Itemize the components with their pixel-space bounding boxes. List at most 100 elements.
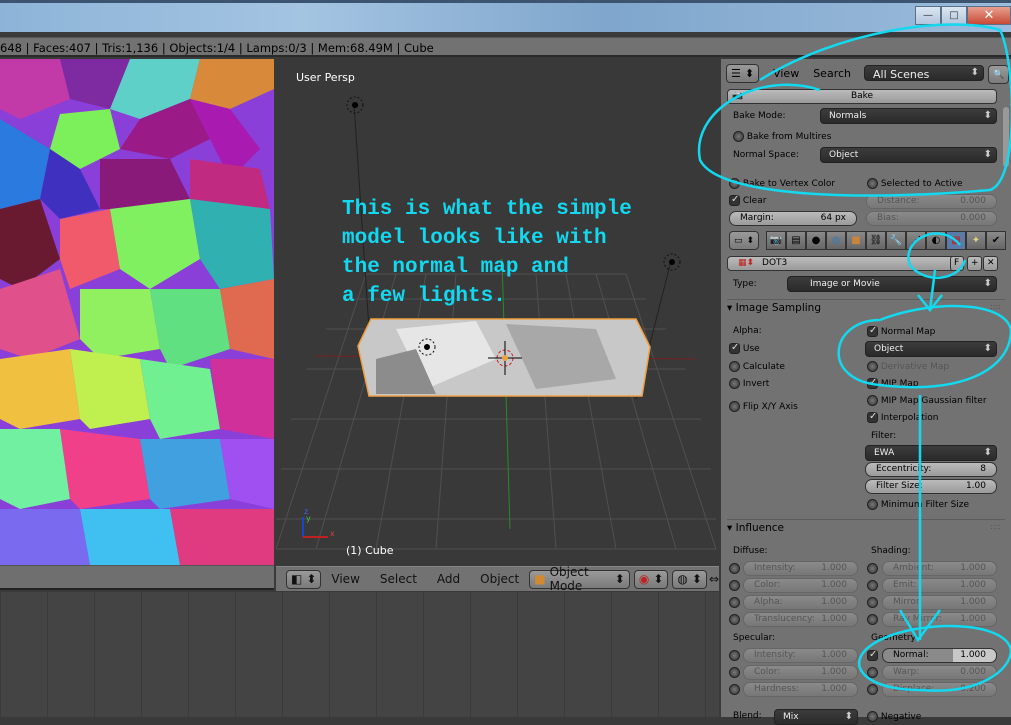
bake-from-multires-checkbox[interactable]: Bake from Multires [733, 131, 831, 142]
diffuse-color-field[interactable]: Color: 1.000 [743, 578, 858, 593]
maximize-button[interactable]: □ [941, 6, 967, 25]
menu-add[interactable]: Add [427, 572, 470, 586]
tab-constraints[interactable]: ⛓ [866, 231, 886, 250]
diffuse-color-toggle[interactable] [729, 580, 740, 591]
diffuse-intensity-toggle[interactable] [729, 563, 740, 574]
geometry-displace-field[interactable]: Displace: 0.200 [882, 682, 997, 697]
geometry-normal-toggle[interactable] [867, 649, 878, 661]
margin-field[interactable]: Margin: 64 px [729, 211, 857, 226]
mip-map-checkbox[interactable]: MIP Map [867, 377, 919, 389]
menu-view[interactable]: View [321, 572, 369, 586]
fake-user-button[interactable]: F [950, 256, 964, 271]
manipulator-icon[interactable]: ⇔ [709, 572, 719, 586]
derivative-map-checkbox[interactable]: Derivative Map [867, 361, 949, 372]
use-alpha-checkbox[interactable]: Use [729, 342, 760, 354]
tab-modifiers[interactable]: 🔧 [886, 231, 906, 250]
filter-size-field[interactable]: Filter Size: 1.00 [865, 479, 997, 494]
tab-texture[interactable]: ▦ [946, 231, 966, 250]
normal-space-select[interactable]: Object [820, 147, 997, 163]
diffuse-intensity-field[interactable]: Intensity: 1.000 [743, 561, 858, 576]
blend-select[interactable]: Mix [774, 709, 858, 725]
close-button[interactable]: ✕ [967, 6, 1011, 25]
shading-ambient-toggle[interactable] [867, 563, 878, 574]
new-texture-button[interactable]: + [967, 256, 982, 271]
tab-render[interactable]: 📷 [766, 231, 786, 250]
timeline-area[interactable] [0, 592, 719, 717]
image-editor-normal-map[interactable] [0, 59, 274, 565]
3d-viewport[interactable]: User Persp This is what the simple model… [276, 59, 719, 566]
geometry-normal-field[interactable]: Normal: 1.000 [882, 648, 997, 663]
diffuse-translucency-field[interactable]: Translucency: 1.000 [743, 612, 858, 627]
mode-select[interactable]: ■ Object Mode ⬍ [529, 565, 630, 593]
specular-intensity-field[interactable]: Intensity: 1.000 [743, 648, 858, 663]
shading-emit-toggle[interactable] [867, 580, 878, 591]
shading-emit-field[interactable]: Emit: 1.000 [882, 578, 997, 593]
context-tabs: 📷 ▤ ● ◍ ■ ⛓ 🔧 ⋰ ◐ ▦ ✦ ✔ [766, 231, 1006, 250]
object-mode-icon: ■ [534, 572, 546, 586]
tab-scene[interactable]: ● [806, 231, 826, 250]
properties-icon: ▭ [734, 235, 743, 246]
influence-panel-header[interactable]: ▾ Influence [727, 519, 1005, 537]
bake-button[interactable]: 📷 Bake [727, 89, 997, 104]
bias-field[interactable]: Bias: 0.000 [866, 211, 997, 226]
properties-type-button[interactable]: ▭ ⬍ [729, 231, 760, 250]
bake-mode-select[interactable]: Normals [820, 108, 997, 124]
tab-particles[interactable]: ✦ [966, 231, 986, 250]
geometry-warp-toggle[interactable] [867, 667, 878, 678]
shading-ray-mirror-toggle[interactable] [867, 614, 878, 625]
specular-color-toggle[interactable] [729, 667, 740, 678]
mip-gaussian-checkbox[interactable]: MIP Map Gaussian filter [867, 395, 987, 406]
outliner-menu-view[interactable]: View [773, 67, 799, 80]
tab-physics[interactable]: ✔ [986, 231, 1006, 250]
min-filter-size-checkbox[interactable]: Minimum Filter Size [867, 499, 969, 510]
eccentricity-field[interactable]: Eccentricity: 8 [865, 462, 997, 477]
geometry-warp-field[interactable]: Warp: 0.000 [882, 665, 997, 680]
bake-to-vertex-color-checkbox[interactable]: Bake to Vertex Color [729, 178, 835, 189]
outliner-menu-search[interactable]: Search [813, 67, 851, 80]
normal-map-checkbox[interactable]: Normal Map [867, 325, 935, 337]
scene-select[interactable]: All Scenes [864, 65, 984, 81]
tab-render-layers[interactable]: ▤ [786, 231, 806, 250]
outliner-type-button[interactable]: ☰ ⬍ [726, 64, 760, 83]
scene-stats: 648 | Faces:407 | Tris:1,136 | Objects:1… [0, 41, 434, 55]
unlink-texture-button[interactable]: ✕ [983, 256, 998, 271]
scrollbar[interactable] [1003, 107, 1009, 167]
distance-field[interactable]: Distance: 0.000 [866, 194, 997, 209]
shading-select[interactable]: ◉ ⬍ [633, 569, 669, 589]
editor-type-button[interactable]: ◧ ⬍ [286, 569, 322, 589]
tab-data[interactable]: ⋰ [906, 231, 926, 250]
vertex-icon: ⋰ [911, 235, 921, 246]
texture-type-select[interactable]: Image or Movie [787, 276, 997, 292]
clear-checkbox[interactable]: Clear [729, 194, 766, 206]
diffuse-alpha-field[interactable]: Alpha: 1.000 [743, 595, 858, 610]
menu-object[interactable]: Object [470, 572, 529, 586]
calculate-alpha-checkbox[interactable]: Calculate [729, 361, 785, 372]
specular-color-field[interactable]: Color: 1.000 [743, 665, 858, 680]
normal-map-space-select[interactable]: Object [865, 341, 997, 357]
specular-hardness-field[interactable]: Hardness: 1.000 [743, 682, 858, 697]
selected-to-active-checkbox[interactable]: Selected to Active [867, 178, 963, 189]
tab-material[interactable]: ◐ [926, 231, 946, 250]
interpolation-checkbox[interactable]: Interpolation [867, 411, 938, 423]
shading-mirror-field[interactable]: Mirror: 1.000 [882, 595, 997, 610]
shading-ambient-field[interactable]: Ambient: 1.000 [882, 561, 997, 576]
minimize-button[interactable]: — [915, 6, 941, 25]
active-object-label: (1) Cube [346, 544, 394, 557]
diffuse-translucency-toggle[interactable] [729, 614, 740, 625]
shading-mirror-toggle[interactable] [867, 597, 878, 608]
invert-alpha-checkbox[interactable]: Invert [729, 378, 769, 389]
flip-xy-checkbox[interactable]: Flip X/Y Axis [729, 401, 798, 412]
menu-select[interactable]: Select [370, 572, 427, 586]
texture-datablock[interactable]: ▦⬍ DOT3 [727, 256, 964, 271]
tab-world[interactable]: ◍ [826, 231, 846, 250]
specular-intensity-toggle[interactable] [729, 650, 740, 661]
specular-hardness-toggle[interactable] [729, 684, 740, 695]
image-sampling-panel-header[interactable]: ▾ Image Sampling [727, 299, 1005, 317]
geometry-displace-toggle[interactable] [867, 684, 878, 695]
tab-object[interactable]: ■ [846, 231, 866, 250]
filter-select[interactable]: EWA [865, 445, 997, 461]
pivot-select[interactable]: ◍ ⬍ [672, 569, 707, 589]
shading-ray-mirror-field[interactable]: Ray Mirror: 1.000 [882, 612, 997, 627]
search-button[interactable]: 🔍 [988, 65, 1010, 84]
diffuse-alpha-toggle[interactable] [729, 597, 740, 608]
